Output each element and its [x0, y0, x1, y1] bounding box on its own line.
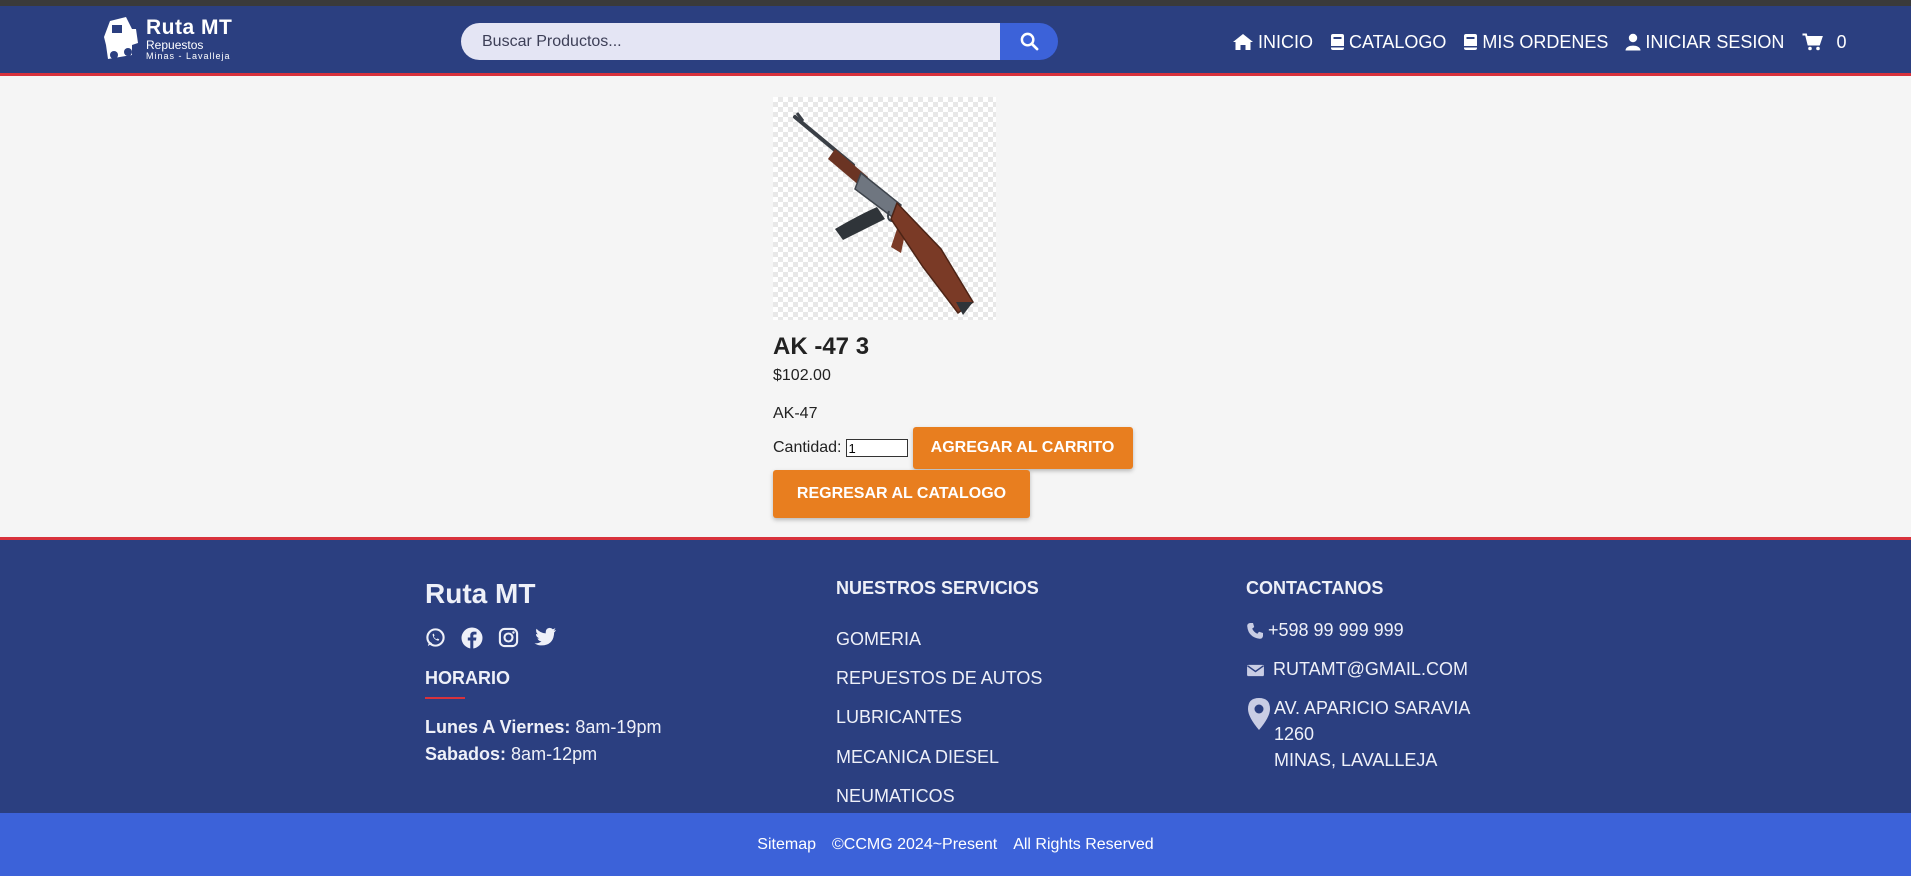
truck-logo-icon	[104, 17, 138, 59]
service-link[interactable]: MECANICA DIESEL	[836, 738, 1042, 777]
logo-subtitle: Repuestos	[146, 38, 204, 52]
phone-number: +598 99 999 999	[1268, 620, 1404, 640]
hours-title: HORARIO	[425, 668, 510, 688]
map-pin-icon	[1248, 698, 1270, 730]
email-address: RUTAMT@GMAIL.COM	[1273, 659, 1468, 679]
hours-row: Lunes A Viernes: 8am-19pm	[425, 714, 661, 741]
logo-text: Ruta MT Repuestos Minas - Lavalleja	[146, 17, 232, 61]
hours-time: 8am-19pm	[575, 717, 662, 737]
copyright-text: ©CCMG 2024~Present	[832, 835, 998, 853]
contact-title: CONTACTANOS	[1246, 578, 1384, 598]
quantity-label: Cantidad:	[773, 439, 842, 456]
service-link[interactable]: GOMERIA	[836, 620, 1042, 659]
address-line: 1260	[1274, 724, 1315, 744]
services-list: GOMERIA REPUESTOS DE AUTOS LUBRICANTES M…	[836, 620, 1042, 816]
nav-label: CATALOGO	[1349, 31, 1447, 52]
cart-count: 0	[1836, 31, 1847, 52]
product-price: $102.00	[773, 367, 831, 384]
address-line: AV. APARICIO SARAVIA	[1274, 698, 1471, 718]
nav-inicio[interactable]: INICIO	[1232, 32, 1313, 53]
quantity-input[interactable]	[845, 439, 908, 457]
site-header: Ruta MT Repuestos Minas - Lavalleja INIC…	[0, 6, 1911, 76]
nav-catalogo[interactable]: CATALOGO	[1330, 32, 1446, 53]
instagram-icon[interactable]	[498, 627, 519, 648]
quantity-row: Cantidad: AGREGAR AL CARRITO	[773, 427, 1133, 469]
service-link[interactable]: NEUMATICOS	[836, 777, 1042, 816]
search-button[interactable]	[1000, 23, 1058, 60]
address-block: AV. APARICIO SARAVIA 1260 MINAS, LAVALLE…	[1274, 695, 1470, 773]
rifle-image	[793, 112, 974, 315]
product-image	[773, 97, 996, 320]
contact-email[interactable]: RUTAMT@GMAIL.COM	[1246, 659, 1470, 698]
book-icon	[1464, 34, 1478, 50]
social-links	[425, 627, 572, 649]
search-icon	[1020, 32, 1038, 51]
service-link[interactable]: REPUESTOS DE AUTOS	[836, 659, 1042, 698]
nav-label: INICIO	[1258, 31, 1314, 52]
hours-time: 8am-12pm	[511, 744, 598, 764]
add-to-cart-button[interactable]: AGREGAR AL CARRITO	[912, 427, 1133, 469]
site-footer: Ruta MT HORARIO Lunes A Viernes: 8am-19p…	[0, 537, 1911, 813]
whatsapp-icon[interactable]	[425, 627, 446, 648]
hours-day: Sabados:	[425, 744, 507, 764]
sitemap-link[interactable]: Sitemap	[757, 836, 816, 854]
book-icon	[1331, 34, 1345, 50]
service-link[interactable]: LUBRICANTES	[836, 698, 1042, 737]
hours-day: Lunes A Viernes:	[425, 717, 571, 737]
contact-phone[interactable]: +598 99 999 999	[1246, 620, 1470, 659]
twitter-icon[interactable]	[534, 627, 557, 647]
nav-mis-ordenes[interactable]: MIS ORDENES	[1463, 32, 1608, 53]
back-to-catalog-button[interactable]: REGRESAR AL CATALOGO	[773, 470, 1030, 518]
phone-icon	[1247, 623, 1263, 639]
facebook-icon[interactable]	[461, 627, 483, 649]
bottom-bar: Sitemap ©CCMG 2024~Present All Rights Re…	[0, 813, 1911, 876]
hours-list: Lunes A Viernes: 8am-19pm Sabados: 8am-1…	[425, 714, 661, 768]
hours-row: Sabados: 8am-12pm	[425, 741, 661, 768]
search-form	[461, 23, 1058, 60]
main-nav: INICIO CATALOGO MIS ORDENES INICIAR SESI…	[1232, 29, 1846, 55]
home-icon	[1233, 34, 1253, 50]
nav-label: MIS ORDENES	[1482, 31, 1609, 52]
logo-brand-name: Ruta MT	[146, 16, 233, 39]
site-logo[interactable]: Ruta MT Repuestos Minas - Lavalleja	[102, 11, 252, 67]
envelope-icon	[1247, 664, 1264, 677]
nav-cart[interactable]: 0	[1802, 32, 1846, 53]
contact-list: +598 99 999 999 RUTAMT@GMAIL.COM AV. APA…	[1246, 620, 1470, 770]
nav-iniciar-sesion[interactable]: INICIAR SESION	[1625, 32, 1784, 53]
product-description: AK-47	[773, 405, 818, 422]
hours-divider	[425, 697, 465, 699]
logo-location: Minas - Lavalleja	[146, 51, 231, 61]
product-title: AK -47 3	[773, 333, 870, 360]
contact-address: AV. APARICIO SARAVIA 1260 MINAS, LAVALLE…	[1246, 698, 1470, 770]
footer-brand: Ruta MT	[425, 578, 536, 609]
search-input[interactable]	[461, 23, 1000, 60]
address-line: MINAS, LAVALLEJA	[1274, 750, 1438, 770]
services-title: NUESTROS SERVICIOS	[836, 578, 1039, 598]
rights-text: All Rights Reserved	[1013, 835, 1154, 853]
cart-icon	[1802, 33, 1824, 51]
product-detail: AK -47 3 $102.00 AK-47 Cantidad: AGREGAR…	[0, 79, 1911, 537]
nav-label: INICIAR SESION	[1645, 31, 1785, 52]
user-icon	[1625, 33, 1641, 51]
